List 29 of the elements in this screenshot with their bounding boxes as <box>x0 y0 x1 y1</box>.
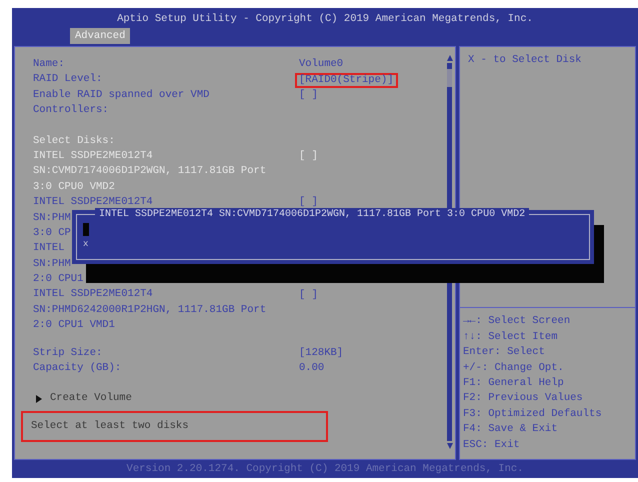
setting-label: Name: <box>33 57 65 72</box>
key-hint: +/-: Change Opt. <box>463 360 565 376</box>
disk-label: SN:PHM <box>33 210 71 226</box>
window-title: Aptio Setup Utility - Copyright (C) 2019 American Megatrends, Inc. <box>117 13 533 25</box>
popup-title: INTEL SSDPE2ME012T4 SN:CVMD7174006D1P2WGN, 1117.81GB Port 3:0 CPU0 VMD2 <box>95 208 530 221</box>
setting-label: RAID Level: <box>33 72 102 88</box>
disk-label: SN:PHMD6242000R1P2HGN, 1117.81GB Port <box>33 302 266 318</box>
setting-label: Enable RAID spanned over VMD <box>33 88 210 103</box>
section-heading: Select Disks: <box>33 134 115 149</box>
disk-label: SN:CVMD7174006D1P2WGN, 1117.81GB Port <box>33 164 266 180</box>
disk-label: 2:0 CPU1 VMD1 <box>33 318 115 334</box>
setting-label: Capacity (GB): <box>33 361 122 376</box>
disk-label: 3:0 CPU0 VMD2 <box>33 180 115 195</box>
key-hint: →←: Select Screen <box>463 314 572 330</box>
setting-label: Controllers: <box>33 103 109 118</box>
help-text: X - to Select Disk <box>468 53 582 68</box>
disk-label: 2:0 CPU1 <box>33 272 84 288</box>
footer-text: Version 2.20.1274. Copyright (C) 2019 American Megatrends, Inc. <box>126 462 524 477</box>
key-hint: ESC: Exit <box>463 438 521 453</box>
key-hint: F2: Previous Values <box>463 391 584 406</box>
key-hint: F4: Save & Exit <box>463 422 559 438</box>
key-hint: Enter: Select <box>463 345 546 360</box>
key-hint: F3: Optimized Defaults <box>463 406 603 422</box>
key-hint: ↑↓: Select Item <box>463 330 559 345</box>
status-message: Select at least two disks <box>23 412 326 440</box>
setting-label: Strip Size: <box>33 346 102 361</box>
disk-label: SN:PHM <box>33 256 71 272</box>
key-hint: F1: General Help <box>463 376 565 391</box>
disk-label: 3:0 CP <box>33 226 71 241</box>
